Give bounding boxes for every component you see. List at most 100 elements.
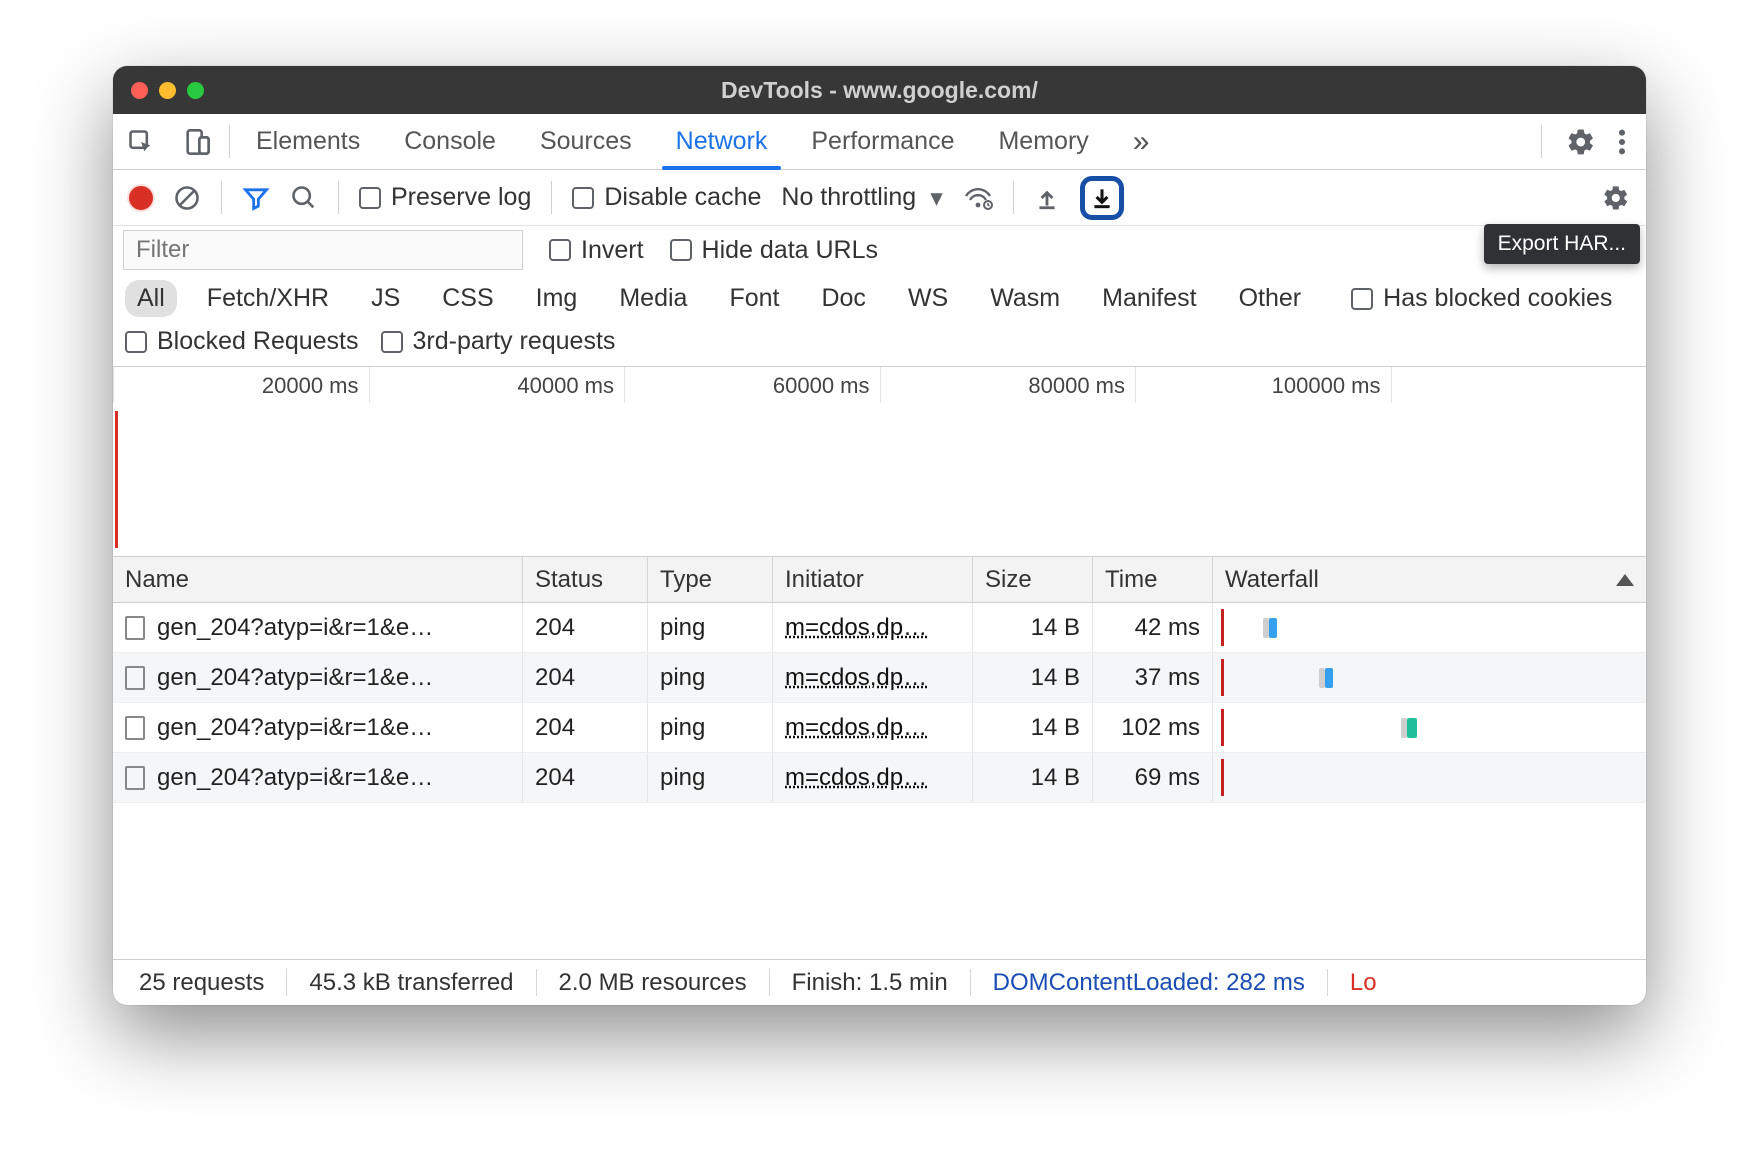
timeline-tick: 100000 ms bbox=[1135, 367, 1391, 403]
status-resources: 2.0 MB resources bbox=[537, 969, 770, 996]
download-icon bbox=[1089, 185, 1115, 211]
table-row[interactable]: gen_204?atyp=i&r=1&e…204pingm=cdos,dp…14… bbox=[113, 703, 1646, 753]
column-status[interactable]: Status bbox=[523, 557, 648, 602]
type-filter-img[interactable]: Img bbox=[524, 280, 590, 317]
request-initiator[interactable]: m=cdos,dp… bbox=[785, 664, 927, 692]
settings-icon[interactable] bbox=[1566, 127, 1596, 157]
hide-data-urls-checkbox[interactable]: Hide data URLs bbox=[670, 236, 878, 265]
request-initiator[interactable]: m=cdos,dp… bbox=[785, 714, 927, 742]
type-filter-row: All Fetch/XHR JS CSS Img Media Font Doc WS Wasm Ma… bbox=[113, 276, 1646, 323]
type-filter-font[interactable]: Font bbox=[717, 280, 791, 317]
request-type: ping bbox=[660, 664, 705, 692]
divider bbox=[229, 125, 230, 158]
has-blocked-cookies-checkbox[interactable]: Has blocked cookies bbox=[1351, 284, 1612, 313]
export-har-button[interactable] bbox=[1080, 176, 1124, 220]
requests-table: NameStatusTypeInitiatorSizeTimeWaterfall… bbox=[113, 557, 1646, 959]
has-blocked-cookies-label: Has blocked cookies bbox=[1383, 284, 1612, 313]
type-filter-fetch-xhr[interactable]: Fetch/XHR bbox=[195, 280, 341, 317]
disable-cache-checkbox[interactable]: Disable cache bbox=[572, 183, 761, 212]
request-size: 14 B bbox=[1031, 614, 1080, 642]
titlebar: DevTools - www.google.com/ bbox=[113, 66, 1646, 114]
tab-elements[interactable]: Elements bbox=[234, 114, 382, 169]
divider bbox=[1541, 125, 1542, 158]
hide-data-urls-label: Hide data URLs bbox=[702, 236, 878, 265]
import-har-icon[interactable] bbox=[1034, 185, 1060, 211]
timeline-tick: 80000 ms bbox=[880, 367, 1136, 403]
network-conditions-icon[interactable] bbox=[963, 186, 993, 210]
timeline-tick: 20000 ms bbox=[113, 367, 369, 403]
disable-cache-label: Disable cache bbox=[604, 183, 761, 212]
table-row[interactable]: gen_204?atyp=i&r=1&e…204pingm=cdos,dp…14… bbox=[113, 603, 1646, 653]
column-size[interactable]: Size bbox=[973, 557, 1093, 602]
network-settings-icon[interactable] bbox=[1602, 184, 1630, 212]
filter-icon[interactable] bbox=[242, 184, 270, 212]
request-name: gen_204?atyp=i&r=1&e… bbox=[157, 714, 433, 742]
request-name: gen_204?atyp=i&r=1&e… bbox=[157, 664, 433, 692]
tab-sources[interactable]: Sources bbox=[518, 114, 654, 169]
devtools-window: DevTools - www.google.com/ ElementsConso… bbox=[113, 66, 1646, 1005]
request-size: 14 B bbox=[1031, 764, 1080, 792]
request-name: gen_204?atyp=i&r=1&e… bbox=[157, 764, 433, 792]
tab-performance[interactable]: Performance bbox=[789, 114, 976, 169]
minimize-window-button[interactable] bbox=[159, 82, 176, 99]
waterfall-cell bbox=[1213, 703, 1646, 752]
dropdown-icon: ▾ bbox=[930, 183, 943, 213]
request-initiator[interactable]: m=cdos,dp… bbox=[785, 764, 927, 792]
type-filter-doc[interactable]: Doc bbox=[809, 280, 877, 317]
request-initiator[interactable]: m=cdos,dp… bbox=[785, 614, 927, 642]
overview-timeline[interactable]: 20000 ms40000 ms60000 ms80000 ms100000 m… bbox=[113, 367, 1646, 557]
type-filter-css[interactable]: CSS bbox=[430, 280, 505, 317]
traffic-lights bbox=[131, 82, 204, 99]
record-button[interactable] bbox=[129, 186, 153, 210]
request-size: 14 B bbox=[1031, 664, 1080, 692]
inspect-element-icon[interactable] bbox=[113, 114, 169, 169]
more-tabs-button[interactable]: » bbox=[1111, 114, 1172, 169]
blocked-requests-checkbox[interactable]: Blocked Requests bbox=[125, 327, 359, 356]
request-time: 42 ms bbox=[1135, 614, 1200, 642]
throttling-select[interactable]: No throttling ▾ bbox=[781, 183, 942, 213]
file-icon bbox=[125, 766, 145, 790]
tab-memory[interactable]: Memory bbox=[976, 114, 1110, 169]
column-initiator[interactable]: Initiator bbox=[773, 557, 973, 602]
request-time: 69 ms bbox=[1135, 764, 1200, 792]
timeline-tick: 40000 ms bbox=[369, 367, 625, 403]
request-status: 204 bbox=[535, 714, 575, 742]
preserve-log-checkbox[interactable]: Preserve log bbox=[359, 183, 531, 212]
clear-log-icon[interactable] bbox=[173, 184, 201, 212]
tooltip-export-har: Export HAR... bbox=[1484, 224, 1640, 264]
column-name[interactable]: Name bbox=[113, 557, 523, 602]
sort-indicator-icon bbox=[1616, 574, 1634, 586]
tab-console[interactable]: Console bbox=[382, 114, 518, 169]
type-filter-all[interactable]: All bbox=[125, 280, 177, 317]
zoom-window-button[interactable] bbox=[187, 82, 204, 99]
invert-checkbox[interactable]: Invert bbox=[549, 236, 644, 265]
filter-input[interactable] bbox=[123, 230, 523, 270]
type-filter-js[interactable]: JS bbox=[359, 280, 412, 317]
table-header: NameStatusTypeInitiatorSizeTimeWaterfall bbox=[113, 557, 1646, 603]
timeline-life-marker bbox=[115, 411, 118, 548]
request-type: ping bbox=[660, 764, 705, 792]
tab-network[interactable]: Network bbox=[654, 114, 790, 169]
type-filter-other[interactable]: Other bbox=[1227, 280, 1314, 317]
type-filter-media[interactable]: Media bbox=[607, 280, 699, 317]
third-party-checkbox[interactable]: 3rd-party requests bbox=[381, 327, 616, 356]
preserve-log-label: Preserve log bbox=[391, 183, 531, 212]
status-transferred: 45.3 kB transferred bbox=[287, 969, 536, 996]
type-filter-manifest[interactable]: Manifest bbox=[1090, 280, 1208, 317]
window-title: DevTools - www.google.com/ bbox=[113, 77, 1646, 104]
column-time[interactable]: Time bbox=[1093, 557, 1213, 602]
kebab-menu-icon[interactable] bbox=[1618, 128, 1626, 156]
request-time: 102 ms bbox=[1121, 714, 1200, 742]
status-domcontentloaded: DOMContentLoaded: 282 ms bbox=[971, 969, 1328, 996]
request-status: 204 bbox=[535, 664, 575, 692]
column-type[interactable]: Type bbox=[648, 557, 773, 602]
type-filter-wasm[interactable]: Wasm bbox=[978, 280, 1072, 317]
search-icon[interactable] bbox=[290, 184, 318, 212]
table-row[interactable]: gen_204?atyp=i&r=1&e… 204 ping m=cdos,dp… 14… bbox=[113, 653, 1646, 703]
table-row[interactable]: gen_204?atyp=i&r=1&e…204pingm=cdos,dp…14… bbox=[113, 753, 1646, 803]
waterfall-cell bbox=[1213, 603, 1646, 652]
column-waterfall[interactable]: Waterfall bbox=[1213, 557, 1646, 602]
type-filter-ws[interactable]: WS bbox=[896, 280, 960, 317]
close-window-button[interactable] bbox=[131, 82, 148, 99]
device-toolbar-icon[interactable] bbox=[169, 114, 225, 169]
